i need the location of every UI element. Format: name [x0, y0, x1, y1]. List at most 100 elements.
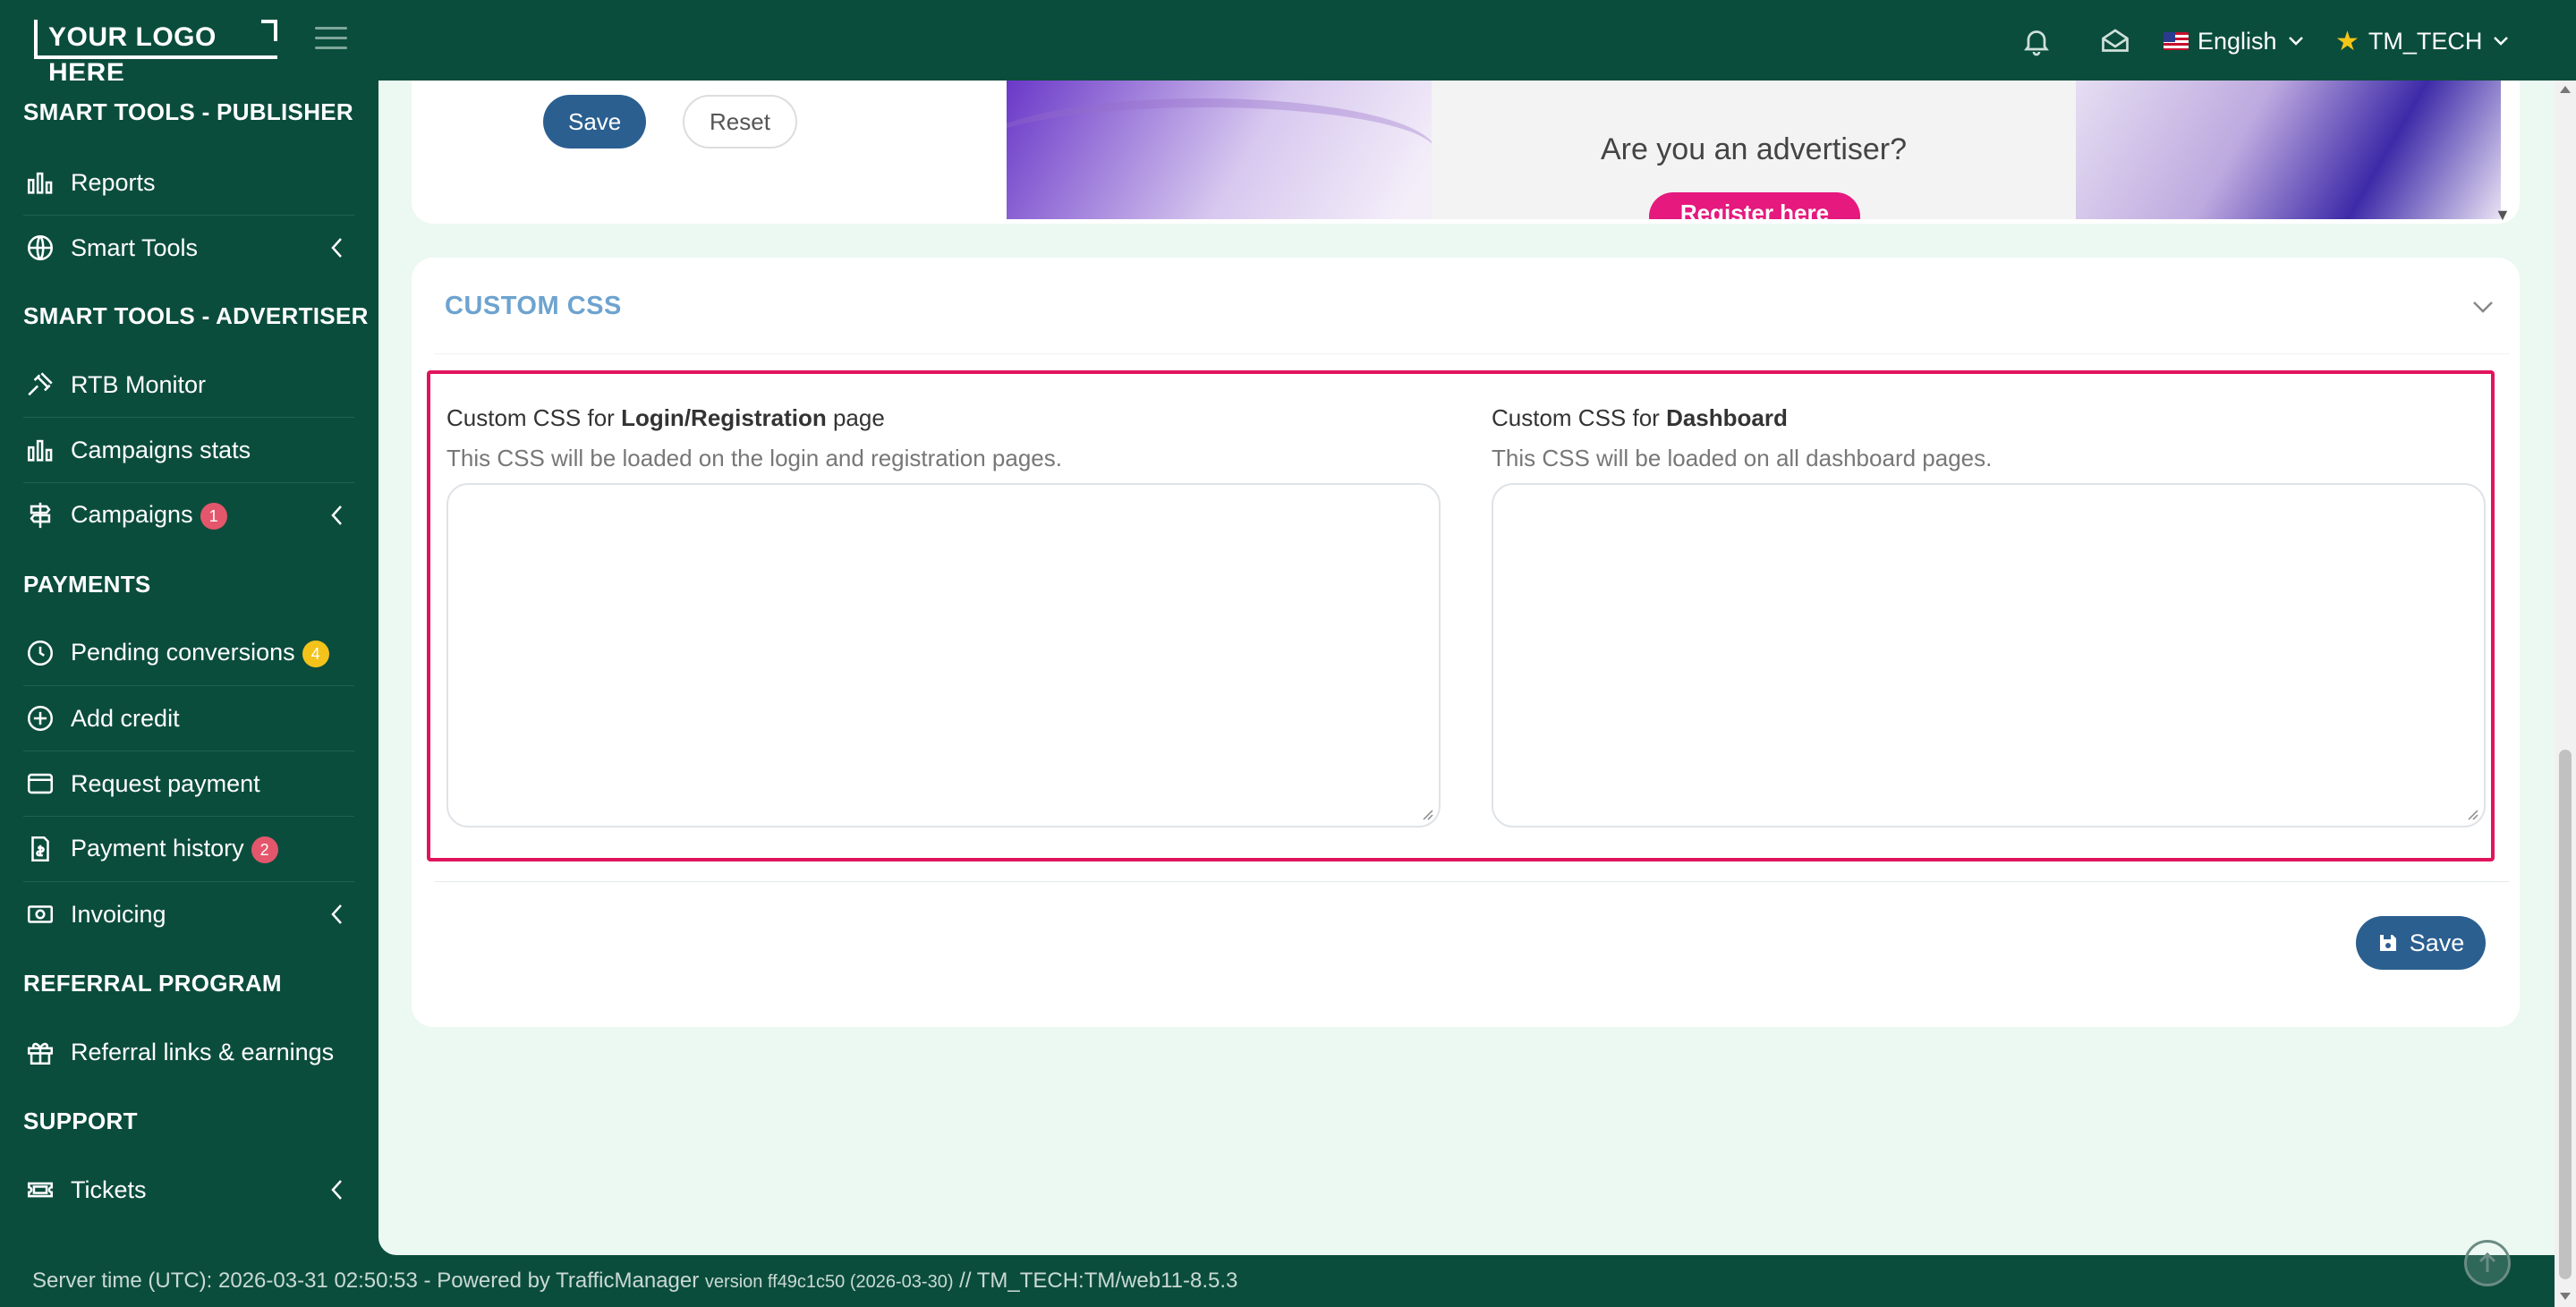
decorative-wave [1007, 98, 1436, 206]
save-button-label: Save [568, 107, 622, 135]
menu-toggle-icon[interactable] [315, 27, 347, 50]
login-css-textarea[interactable] [446, 483, 1441, 827]
ticket-icon [27, 1182, 54, 1198]
sidebar-item-campaigns[interactable]: Campaigns 1 [0, 483, 378, 547]
chevron-left-icon [331, 904, 342, 924]
login-css-label: Custom CSS for Login/Registration page [446, 404, 885, 432]
money-bill-icon [27, 905, 54, 923]
language-label: English [2198, 27, 2277, 55]
section-title: CUSTOM CSS [445, 292, 622, 320]
notification-badge: 2 [251, 836, 278, 863]
login-css-label-suffix: page [826, 404, 885, 431]
sidebar-item-rtb-monitor[interactable]: RTB Monitor [0, 352, 378, 417]
language-selector[interactable]: English [2164, 25, 2304, 57]
login-css-label-prefix: Custom CSS for [446, 404, 622, 431]
chevron-down-icon [2288, 37, 2303, 46]
login-preview: Are you an advertiser? Register here [1007, 81, 2501, 219]
sidebar-item-label: Campaigns [71, 501, 193, 529]
preview-question: Are you an advertiser? [1600, 132, 1908, 166]
envelope-open-icon[interactable] [2099, 25, 2131, 57]
resize-handle-icon[interactable] [1421, 808, 1433, 820]
bar-chart-icon [27, 439, 53, 462]
preview-panel: Are you an advertiser? Register here [1432, 81, 2076, 219]
sidebar-section-referral: REFERRAL PROGRAM [23, 970, 282, 997]
register-here-button[interactable]: Register here [1649, 192, 1860, 219]
sidebar-item-invoicing[interactable]: Invoicing [0, 882, 378, 946]
sidebar-item-label: Invoicing [71, 900, 166, 928]
chevron-down-icon [2494, 37, 2509, 46]
sidebar-item-label: Referral links & earnings [71, 1038, 335, 1065]
scroll-to-top-button[interactable] [2464, 1240, 2511, 1286]
dashboard-css-textarea[interactable] [1492, 483, 2486, 827]
sidebar-item-label: Smart Tools [71, 233, 199, 261]
notification-badge: 4 [302, 640, 329, 667]
chevron-left-icon [331, 1180, 342, 1200]
us-flag-icon [2164, 32, 2189, 50]
sidebar-item-label: Tickets [71, 1175, 147, 1203]
sidebar-item-add-credit[interactable]: Add credit [0, 686, 378, 751]
sidebar-item-label: Request payment [71, 769, 260, 797]
top-navbar: YOUR LOGO HERE English ★ TM_TECH [0, 0, 2576, 88]
scroll-down-arrow-icon[interactable] [2560, 1293, 2571, 1300]
clock-icon [27, 640, 54, 666]
scroll-up-arrow-icon[interactable] [2560, 86, 2571, 93]
divider [434, 353, 2510, 354]
user-name: TM_TECH [2368, 27, 2483, 55]
sidebar-item-reports[interactable]: Reports [0, 150, 378, 215]
wallet-icon [27, 773, 54, 794]
globe-icon [27, 234, 54, 261]
page-scrollbar[interactable] [2555, 81, 2576, 1307]
footer: Server time (UTC): 2026-03-31 02:50:53 -… [32, 1269, 1237, 1294]
receipt-icon [31, 836, 49, 862]
decorative-wave [2071, 81, 2501, 219]
sidebar-item-label: RTB Monitor [71, 370, 207, 398]
server-time: Server time (UTC): 2026-03-31 02:50:53 -… [32, 1269, 700, 1293]
star-icon: ★ [2335, 26, 2359, 56]
scrollbar-thumb[interactable] [2559, 750, 2572, 1279]
main-content: Save Reset Are you an advertiser? Regist… [378, 81, 2555, 1255]
sidebar-item-campaigns-stats[interactable]: Campaigns stats [0, 418, 378, 482]
sidebar-item-request-payment[interactable]: Request payment [0, 751, 378, 816]
divider [434, 881, 2510, 882]
chevron-down-icon[interactable] [2470, 293, 2496, 320]
sidebar-item-tickets[interactable]: Tickets [0, 1158, 378, 1222]
sidebar-item-pending-conversions[interactable]: Pending conversions 4 [0, 621, 378, 685]
save-button-label: Save [2409, 929, 2465, 956]
sidebar-item-label: Pending conversions [71, 639, 295, 666]
user-menu[interactable]: ★ TM_TECH [2335, 25, 2509, 57]
instance-info: // TM_TECH:TM/web11-8.5.3 [959, 1269, 1238, 1293]
sidebar-item-label-wrap: Campaigns 1 [71, 501, 227, 530]
sidebar-item-label: Campaigns stats [71, 436, 251, 463]
signpost-icon [30, 502, 51, 529]
version-info: version ff49c1c50 (2026-03-30) [704, 1272, 954, 1292]
sidebar-item-label-wrap: Pending conversions 4 [71, 639, 329, 667]
custom-css-fields: Custom CSS for Login/Registration page T… [427, 370, 2495, 861]
sidebar-section-advertiser: SMART TOOLS - ADVERTISER [23, 302, 369, 329]
sidebar-item-smart-tools[interactable]: Smart Tools [0, 216, 378, 280]
bar-chart-icon [27, 172, 53, 194]
login-css-help: This CSS will be loaded on the login and… [446, 445, 1062, 471]
logo[interactable]: YOUR LOGO HERE [34, 20, 277, 88]
scroll-down-icon[interactable]: ▼ [2495, 206, 2512, 224]
save-button[interactable]: Save [543, 95, 647, 149]
gavel-icon [28, 372, 53, 396]
save-button[interactable]: Save [2356, 916, 2486, 970]
dashboard-css-help: This CSS will be loaded on all dashboard… [1492, 445, 1993, 471]
sidebar: SMART TOOLS - PUBLISHER Reports Smart To… [0, 81, 378, 1252]
gift-icon [27, 1042, 54, 1065]
sidebar-item-referral-links[interactable]: Referral links & earnings [0, 1020, 378, 1084]
login-css-label-bold: Login/Registration [621, 404, 827, 431]
bell-icon[interactable] [2020, 25, 2053, 57]
sidebar-item-label: Add credit [71, 704, 180, 732]
reset-button[interactable]: Reset [683, 95, 797, 149]
settings-card: Save Reset Are you an advertiser? Regist… [412, 81, 2520, 224]
notification-badge: 1 [200, 502, 227, 530]
plus-circle-icon [27, 705, 54, 732]
arrow-up-icon [2478, 1252, 2496, 1272]
sidebar-item-payment-history[interactable]: Payment history 2 [0, 817, 378, 881]
chevron-left-icon [331, 238, 342, 258]
dashboard-css-label-bold: Dashboard [1666, 404, 1788, 431]
sidebar-item-label-wrap: Payment history 2 [71, 835, 278, 863]
resize-handle-icon[interactable] [2466, 808, 2478, 820]
sidebar-section-publisher: SMART TOOLS - PUBLISHER [23, 98, 353, 125]
